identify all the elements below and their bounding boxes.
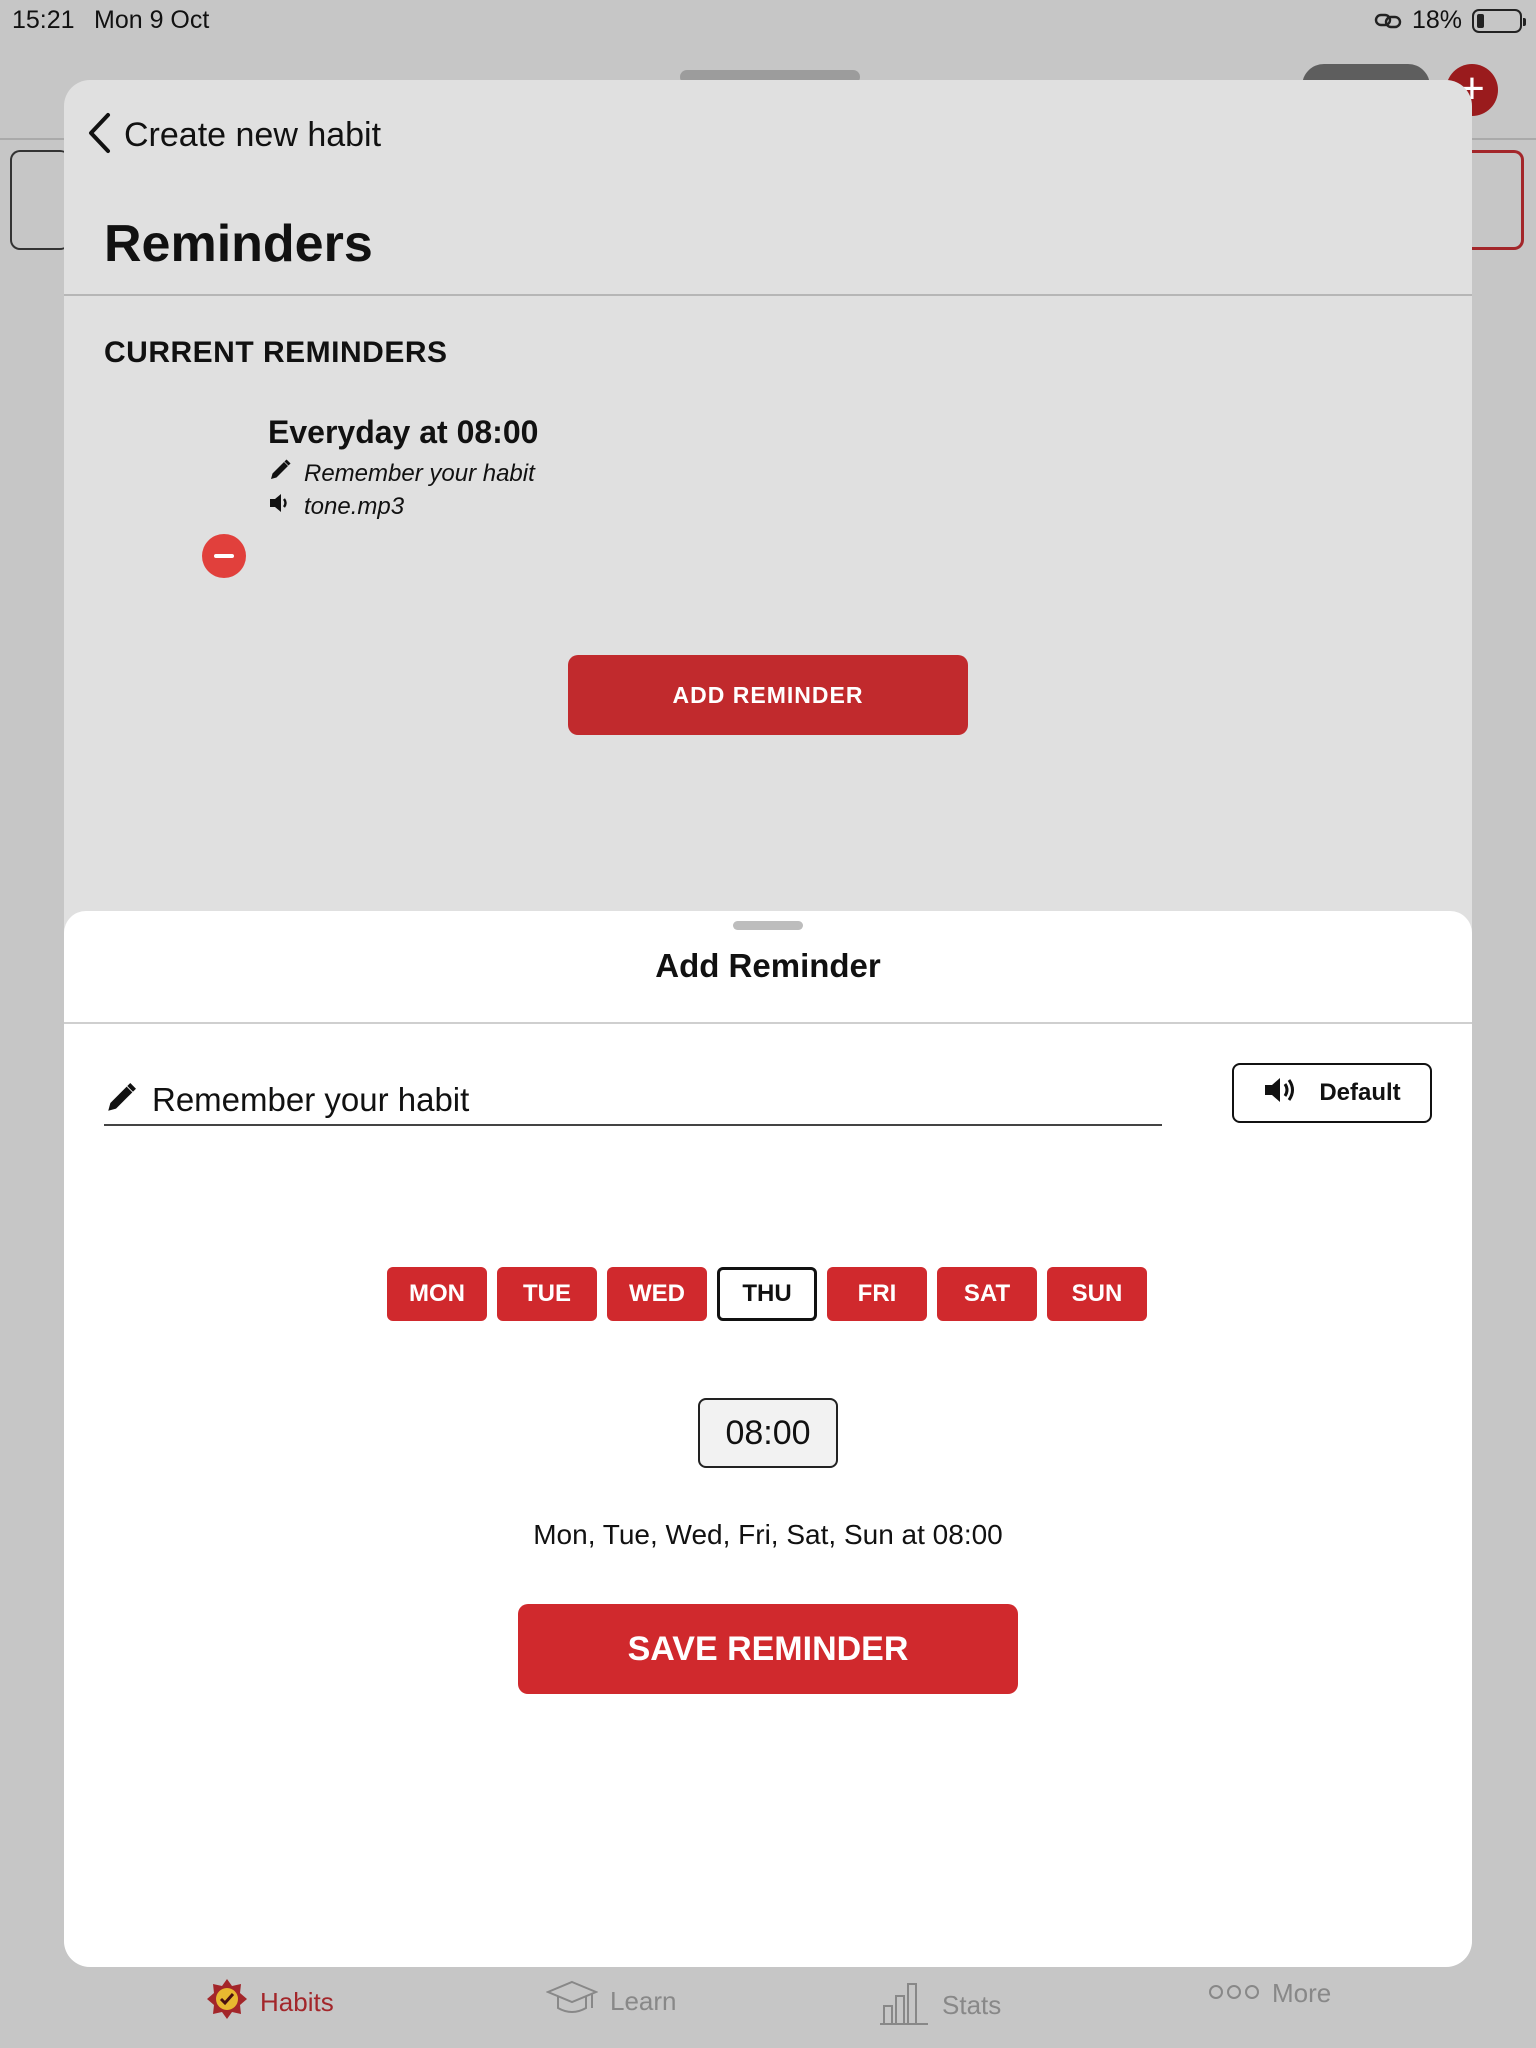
- navigation-bar: Create new habit Reminders: [64, 80, 1472, 296]
- day-selector: MON TUE WED THU FRI SAT SUN: [387, 1267, 1147, 1321]
- day-button-thu[interactable]: THU: [717, 1267, 817, 1321]
- panel-title: Add Reminder: [655, 947, 881, 984]
- sound-picker-button[interactable]: Default: [1232, 1063, 1432, 1123]
- chevron-left-icon: [86, 112, 112, 159]
- battery-fill: [1477, 13, 1484, 28]
- reminder-message-row: Remember your habit: [268, 458, 535, 489]
- battery-icon: [1472, 8, 1526, 33]
- status-time: 15:21: [12, 6, 75, 34]
- tab-stats[interactable]: Stats: [878, 1978, 1001, 2033]
- schedule-summary: Mon, Tue, Wed, Fri, Sat, Sun at 08:00: [533, 1519, 1003, 1550]
- sheet-grabber[interactable]: [733, 921, 803, 930]
- status-date: Mon 9 Oct: [94, 6, 210, 34]
- day-button-sat[interactable]: SAT: [937, 1267, 1037, 1321]
- time-picker[interactable]: 08:00: [698, 1398, 838, 1468]
- tab-label: More: [1272, 1978, 1332, 2008]
- back-label: Create new habit: [124, 116, 382, 154]
- habits-icon: [206, 1978, 248, 2027]
- reminder-item: Everyday at 08:00 Remember your habit to…: [138, 414, 838, 578]
- reminders-sheet: Create new habit Reminders CURRENT REMIN…: [64, 80, 1472, 1967]
- tab-bar: Habits Learn Stats More: [0, 1968, 1536, 2048]
- reminder-schedule: Everyday at 08:00: [268, 414, 539, 450]
- tab-label: Habits: [260, 1987, 334, 2017]
- add-reminder-panel: Add Reminder Default MONTUEWEDTHUFRISATS…: [64, 911, 1472, 1967]
- tab-habits[interactable]: Habits: [206, 1978, 334, 2027]
- more-dots-icon: [1208, 1978, 1260, 2009]
- day-button-tue[interactable]: TUE: [497, 1267, 597, 1321]
- tab-label: Learn: [610, 1986, 677, 2016]
- tab-label: Stats: [942, 1990, 1002, 2020]
- bar-chart-icon: [878, 1978, 930, 2033]
- day-button-mon[interactable]: MON: [387, 1267, 487, 1321]
- page-title: Reminders: [104, 215, 373, 273]
- day-button-sun[interactable]: SUN: [1047, 1267, 1147, 1321]
- tab-more[interactable]: More: [1208, 1978, 1331, 2009]
- message-input[interactable]: [152, 1081, 1132, 1119]
- back-button[interactable]: Create new habit: [86, 112, 381, 159]
- day-button-wed[interactable]: WED: [607, 1267, 707, 1321]
- link-icon: [1374, 11, 1402, 31]
- reminder-message: Remember your habit: [304, 459, 535, 487]
- divider: [64, 1022, 1472, 1024]
- battery-percent: 18%: [1411, 6, 1462, 34]
- status-indicators: 18%: [1374, 6, 1526, 35]
- message-field[interactable]: [104, 1076, 1162, 1126]
- add-reminder-button[interactable]: ADD REMINDER: [568, 655, 968, 735]
- pencil-icon: [268, 458, 292, 489]
- status-bar: 15:21 Mon 9 Oct 18%: [0, 0, 1536, 40]
- pencil-icon: [104, 1081, 138, 1120]
- graduation-cap-icon: [545, 1978, 599, 2025]
- reminder-sound-row: tone.mp3: [268, 492, 404, 521]
- save-reminder-button[interactable]: SAVE REMINDER: [518, 1604, 1018, 1694]
- tab-learn[interactable]: Learn: [545, 1978, 677, 2025]
- section-header: CURRENT REMINDERS: [104, 336, 448, 369]
- day-button-fri[interactable]: FRI: [827, 1267, 927, 1321]
- remove-reminder-button[interactable]: [202, 534, 246, 578]
- speaker-icon: [1263, 1075, 1299, 1112]
- speaker-icon: [268, 492, 292, 521]
- background-card: [10, 150, 70, 250]
- reminder-sound: tone.mp3: [304, 492, 405, 520]
- sound-label: Default: [1319, 1079, 1401, 1106]
